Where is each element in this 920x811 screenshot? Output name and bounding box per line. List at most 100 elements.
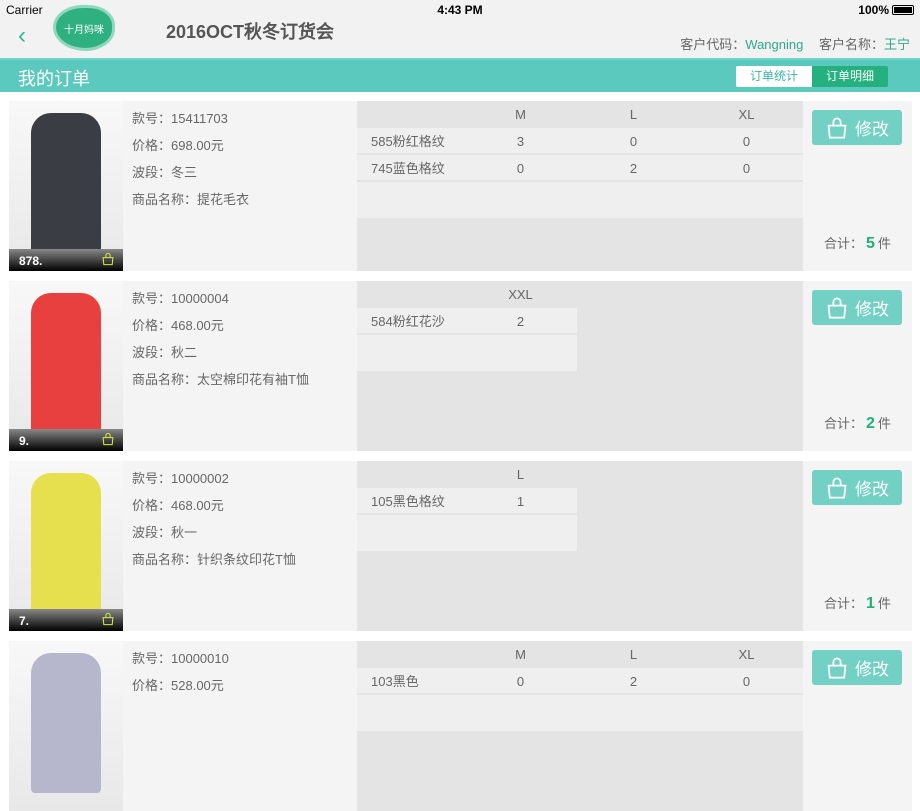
quantity-cell: 3 [516,134,525,149]
table-header: XXL [357,281,577,308]
image-caption: 9. [9,429,123,451]
battery-status: 100% [858,3,914,17]
product-info: 款号：15411703 价格：698.00元 波段：冬三 商品名称：提花毛衣 [132,105,249,213]
edit-button[interactable]: 修改 [812,290,902,325]
edit-button[interactable]: 修改 [812,110,902,145]
wave: 波段：秋二 [132,345,198,360]
product-index: 878. [19,254,43,268]
back-chevron-icon[interactable]: ‹ [18,22,26,50]
quantity-cell: 2 [629,161,638,176]
customer-name-label: 客户名称： [818,37,884,52]
size-quantity-table: M L XL 585粉红格纹 3 0 0 745蓝色格纹 0 2 0 [357,101,803,271]
wave: 波段：冬三 [132,165,198,180]
style-number: 款号：10000004 [132,291,229,306]
item-actions: 修改 [803,641,912,811]
shopping-bag-icon [825,296,849,320]
table-row: 584粉红花沙 2 [357,308,577,335]
product-image[interactable]: 878. [9,101,123,271]
garment-picture [31,293,101,433]
customer-info: 客户代码：Wangning 客户名称：王宁 [680,34,910,53]
item-actions: 修改 合计： 5 件 [803,101,912,271]
shopping-bag-icon[interactable] [101,252,115,266]
garment-picture [31,113,101,253]
header: ‹ 十月妈咪 2016OCT秋冬订货会 客户代码：Wangning 客户名称：王… [0,8,920,58]
size-quantity-table: M L XL 103黑色 0 2 0 [357,641,803,811]
customer-code: Wangning [745,37,804,52]
logo-text: 十月妈咪 [64,24,104,36]
section-title: 我的订单 [18,69,90,89]
tab-order-summary[interactable]: 订单统计 [736,66,812,87]
shopping-bag-icon[interactable] [101,432,115,446]
product-name: 商品名称：太空棉印花有袖T恤 [132,372,309,387]
item-total: 合计： 2 件 [824,415,891,432]
table-row: 103黑色 0 2 0 [357,668,803,695]
tab-order-detail[interactable]: 订单明细 [812,66,888,87]
price: 价格：528.00元 [132,678,224,693]
wave: 波段：秋一 [132,525,198,540]
color-cell: 745蓝色格纹 [371,161,445,176]
item-total: 合计： 5 件 [824,235,891,252]
quantity-cell: 0 [742,134,751,149]
product-index: 7. [19,614,30,628]
section-bar: 我的订单 订单统计 订单明细 [0,58,920,92]
table-header: M L XL [357,641,803,668]
size-quantity-table: XXL 584粉红花沙 2 [357,281,803,451]
product-image[interactable]: 7. [9,461,123,631]
quantity-cell: 0 [516,161,525,176]
empty-row [357,515,577,551]
color-cell: 103黑色 [371,674,419,689]
image-caption: 878. [9,249,123,271]
shopping-bag-icon[interactable] [101,612,115,626]
customer-code-label: 客户代码： [680,37,746,52]
order-item: 款号：10000010 价格：528.00元 M L XL 103黑色 0 2 0 修改 [9,641,912,811]
price: 价格：698.00元 [132,138,224,153]
product-index: 9. [19,434,30,448]
product-info: 款号：10000004 价格：468.00元 波段：秋二 商品名称：太空棉印花有… [132,285,309,393]
battery-percent: 100% [858,3,889,17]
price: 价格：468.00元 [132,498,224,513]
table-row: 585粉红格纹 3 0 0 [357,128,803,155]
edit-button[interactable]: 修改 [812,470,902,505]
edit-label: 修改 [855,480,889,499]
product-name: 商品名称：针织条纹印花T恤 [132,552,296,567]
status-bar: Carrier 4:43 PM 100% [0,0,920,20]
quantity-cell: 0 [742,161,751,176]
style-number: 款号：10000002 [132,471,229,486]
quantity-cell: 2 [629,674,638,689]
product-image[interactable]: 9. [9,281,123,451]
empty-row [357,335,577,371]
table-header: L [357,461,577,488]
size-header: M [515,647,526,662]
view-segmented-control: 订单统计 订单明细 [736,66,888,87]
clock: 4:43 PM [437,3,483,17]
shopping-bag-icon [825,656,849,680]
edit-label: 修改 [855,660,889,679]
brand-logo: 十月妈咪 [56,8,112,48]
size-header: L [629,647,638,662]
style-number: 款号：15411703 [132,111,228,126]
item-actions: 修改 合计： 1 件 [803,461,912,631]
quantity-cell: 0 [629,134,638,149]
item-total: 合计： 1 件 [824,595,891,612]
garment-picture [31,473,101,613]
table-row: 745蓝色格纹 0 2 0 [357,155,803,182]
battery-icon [892,5,914,15]
style-number: 款号：10000010 [132,651,229,666]
size-header: XXL [508,287,533,302]
size-header: L [516,467,525,482]
item-actions: 修改 合计： 2 件 [803,281,912,451]
empty-row [357,695,803,731]
garment-picture [31,653,101,793]
shopping-bag-icon [825,116,849,140]
table-row: 105黑色格纹 1 [357,488,577,515]
product-info: 款号：10000002 价格：468.00元 波段：秋一 商品名称：针织条纹印花… [132,465,296,573]
order-item: 7. 款号：10000002 价格：468.00元 波段：秋一 商品名称：针织条… [9,461,912,631]
size-header: L [629,107,638,122]
quantity-cell: 1 [516,494,525,509]
color-cell: 105黑色格纹 [371,494,445,509]
size-header: XL [738,647,755,662]
edit-button[interactable]: 修改 [812,650,902,685]
price: 价格：468.00元 [132,318,224,333]
product-image[interactable] [9,641,123,811]
customer-name: 王宁 [883,37,910,52]
